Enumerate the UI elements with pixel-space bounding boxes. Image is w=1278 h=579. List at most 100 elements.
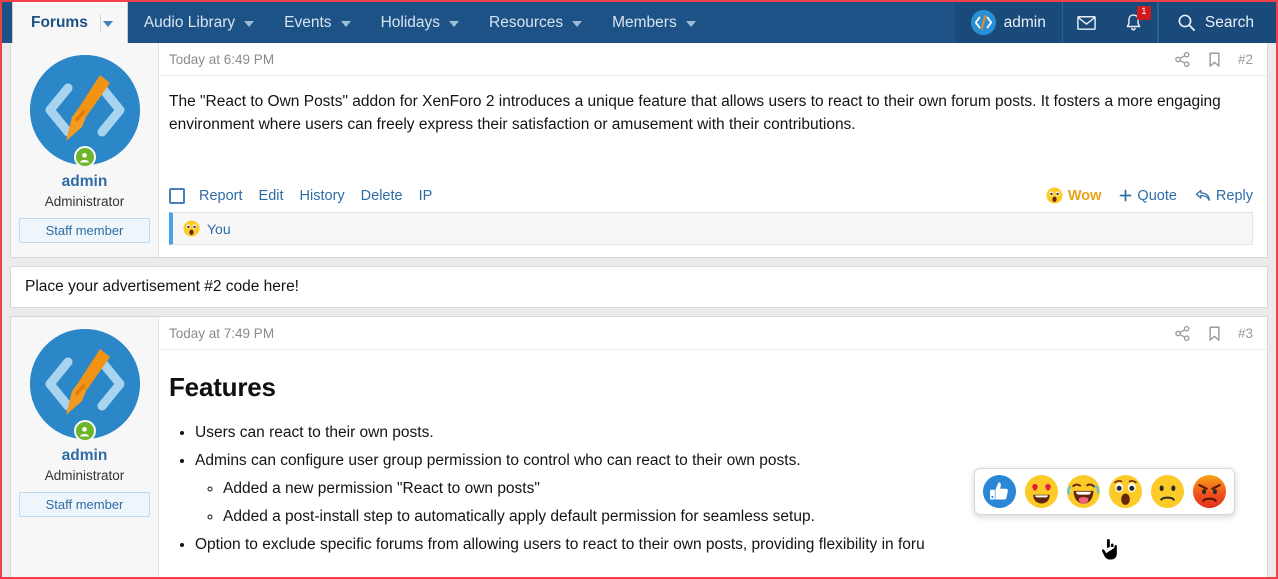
nav-user-area: admin 1: [955, 2, 1276, 43]
chevron-down-icon[interactable]: [103, 21, 113, 27]
delete-link[interactable]: Delete: [361, 188, 403, 204]
reply-label: Reply: [1216, 188, 1253, 204]
post-author-username[interactable]: admin: [19, 173, 150, 191]
post-author-title: Administrator: [19, 468, 150, 483]
alerts-count-badge: 1: [1137, 6, 1151, 20]
browser-page: Forums Audio Library Events Holidays Res…: [0, 0, 1278, 579]
reaction-picker-popup[interactable]: [974, 468, 1235, 515]
nav-tab-label: Audio Library: [144, 14, 244, 32]
post-footer-actions: Report Edit History Delete IP Like: [159, 571, 1267, 579]
post-reaction-actions: Wow Quote Reply: [1046, 187, 1253, 204]
share-icon[interactable]: [1174, 51, 1191, 68]
chevron-down-icon[interactable]: [572, 21, 582, 27]
angry-reaction[interactable]: [1192, 474, 1227, 509]
reaction-label: Wow: [1068, 188, 1102, 204]
online-status-icon: [74, 146, 96, 168]
nav-tab-resources[interactable]: Resources: [473, 2, 596, 43]
wow-emoji: [183, 220, 200, 237]
nav-username-label: admin: [1004, 14, 1046, 32]
search-icon: [1177, 13, 1196, 32]
post-timestamp[interactable]: Today at 7:49 PM: [169, 326, 274, 341]
inbox-button[interactable]: [1063, 2, 1110, 43]
search-button[interactable]: Search: [1158, 2, 1276, 43]
chevron-down-icon[interactable]: [686, 21, 696, 27]
list-item-text: Added a new permission "React to own pos…: [223, 480, 540, 497]
post-author-username[interactable]: admin: [19, 447, 150, 465]
edit-link[interactable]: Edit: [259, 188, 284, 204]
post-item: admin Administrator Staff member Today a…: [10, 316, 1268, 579]
nav-tab-label: Resources: [489, 14, 572, 32]
list-item-text: Admins can configure user group permissi…: [195, 452, 801, 469]
post-message-content: The "React to Own Posts" addon for XenFo…: [159, 76, 1267, 147]
reaction-button[interactable]: Wow: [1046, 187, 1102, 204]
post-paragraph: The "React to Own Posts" addon for XenFo…: [169, 90, 1245, 137]
staff-member-badge: Staff member: [19, 218, 150, 243]
main-navigation-bar: Forums Audio Library Events Holidays Res…: [2, 2, 1276, 43]
avatar[interactable]: [30, 329, 140, 439]
sad-reaction[interactable]: [1150, 474, 1185, 509]
advertisement-text: Place your advertisement #2 code here!: [25, 278, 299, 295]
post-author-title: Administrator: [19, 194, 150, 209]
post-item: admin Administrator Staff member Today a…: [10, 43, 1268, 258]
plus-icon: [1119, 189, 1132, 202]
list-item-text: Added a post-install step to automatical…: [223, 508, 815, 525]
search-label: Search: [1205, 14, 1254, 32]
nav-account-menu[interactable]: admin: [955, 2, 1062, 43]
avatar[interactable]: [30, 55, 140, 165]
share-icon[interactable]: [1174, 325, 1191, 342]
nav-tab-label: Events: [284, 14, 340, 32]
reply-button[interactable]: Reply: [1195, 188, 1253, 204]
post-number[interactable]: #2: [1238, 52, 1253, 67]
post-header: Today at 7:49 PM #3: [159, 317, 1267, 350]
quote-button[interactable]: Quote: [1119, 188, 1177, 204]
quote-label: Quote: [1137, 188, 1177, 204]
nav-tab-label: Members: [612, 14, 686, 32]
advertisement-placeholder: Place your advertisement #2 code here!: [10, 266, 1268, 308]
like-reaction[interactable]: [982, 474, 1017, 509]
ip-link[interactable]: IP: [419, 188, 433, 204]
post-header: Today at 6:49 PM #2: [159, 43, 1267, 76]
bookmark-icon[interactable]: [1206, 51, 1223, 68]
chevron-down-icon[interactable]: [449, 21, 459, 27]
list-item: Option to exclude specific forums from a…: [195, 533, 1245, 557]
post-select-checkbox[interactable]: [169, 188, 185, 204]
nav-tab-audio-library[interactable]: Audio Library: [128, 2, 268, 43]
post-body: Today at 6:49 PM #2: [159, 43, 1267, 257]
nav-tab-members[interactable]: Members: [596, 2, 710, 43]
post-header-actions: #2: [1174, 51, 1253, 68]
list-item: Users can react to their own posts.: [195, 421, 1245, 445]
post-body: Today at 7:49 PM #3: [159, 317, 1267, 579]
wow-reaction[interactable]: [1108, 474, 1143, 509]
staff-member-badge: Staff member: [19, 492, 150, 517]
list-item-text: Option to exclude specific forums from a…: [195, 536, 925, 553]
alerts-button[interactable]: 1: [1110, 2, 1157, 43]
haha-reaction[interactable]: [1066, 474, 1101, 509]
list-item-text: Users can react to their own posts.: [195, 424, 434, 441]
report-link[interactable]: Report: [199, 188, 243, 204]
nav-tab-holidays[interactable]: Holidays: [365, 2, 473, 43]
post-timestamp[interactable]: Today at 6:49 PM: [169, 52, 274, 67]
reactors-text: You: [207, 221, 231, 237]
post-number[interactable]: #3: [1238, 326, 1253, 341]
post-reactions-summary[interactable]: You: [169, 212, 1253, 245]
post-header-actions: #3: [1174, 325, 1253, 342]
nav-tab-events[interactable]: Events: [268, 2, 364, 43]
post-author-sidebar: admin Administrator Staff member: [11, 317, 159, 579]
reply-arrow-icon: [1195, 188, 1211, 203]
nav-tab-forums[interactable]: Forums: [12, 2, 128, 43]
nav-notification-icons: 1: [1062, 2, 1158, 43]
bookmark-icon[interactable]: [1206, 325, 1223, 342]
nav-tab-label: Forums: [31, 14, 101, 32]
code-brackets-avatar-icon: [971, 10, 996, 35]
nav-tab-list: Forums Audio Library Events Holidays Res…: [2, 2, 710, 43]
wow-emoji: [1046, 187, 1063, 204]
post-heading: Features: [169, 368, 1245, 407]
chevron-down-icon[interactable]: [244, 21, 254, 27]
history-link[interactable]: History: [300, 188, 345, 204]
envelope-icon: [1076, 12, 1097, 33]
post-author-sidebar: admin Administrator Staff member: [11, 43, 159, 257]
post-message-content: Features Users can react to their own po…: [159, 350, 1267, 571]
love-reaction[interactable]: [1024, 474, 1059, 509]
post-footer-actions: Report Edit History Delete IP: [159, 180, 1267, 212]
chevron-down-icon[interactable]: [341, 21, 351, 27]
